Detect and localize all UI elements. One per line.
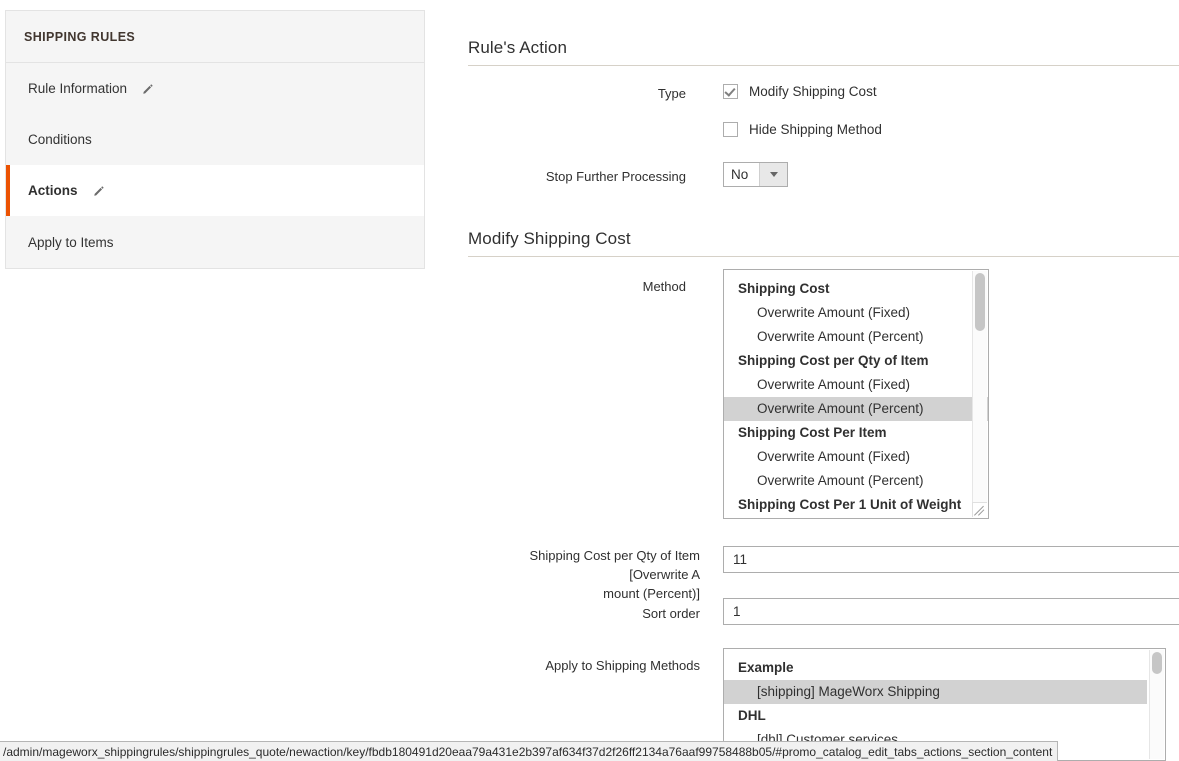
method-listbox-options: Shipping Cost Overwrite Amount (Fixed) O… (724, 270, 988, 518)
scrollbar-thumb[interactable] (975, 273, 985, 331)
list-item-selected[interactable]: [shipping] MageWorx Shipping (724, 680, 1147, 704)
method-listbox-scrollbar[interactable] (972, 271, 987, 517)
optgroup-label: Example (724, 656, 1165, 680)
checkbox-hide-shipping-method[interactable]: Hide Shipping Method (723, 122, 882, 137)
sidebar-item-label: Actions (28, 183, 78, 198)
actions-form: Rule's Action Type Modify Shipping Cost … (468, 0, 1179, 761)
sidebar-item-label: Rule Information (28, 81, 127, 96)
list-item[interactable]: Overwrite Amount (Percent) (724, 469, 988, 493)
resize-handle[interactable] (972, 502, 987, 517)
shipping-rules-sidebar: SHIPPING RULES Rule Information Conditio… (5, 10, 425, 269)
checkbox-label: Hide Shipping Method (749, 122, 882, 137)
checkbox-label: Modify Shipping Cost (749, 84, 877, 99)
amount-field-label: Shipping Cost per Qty of Item [Overwrite… (468, 546, 700, 603)
sidebar-item-conditions[interactable]: Conditions (6, 114, 424, 165)
sidebar-header-title: SHIPPING RULES (24, 30, 135, 44)
section-title-modify-shipping-cost: Modify Shipping Cost (468, 229, 631, 249)
sidebar-header: SHIPPING RULES (6, 11, 424, 63)
list-item-selected[interactable]: Overwrite Amount (Percent) (724, 397, 988, 421)
pencil-icon (92, 185, 105, 198)
status-bar-url: /admin/mageworx_shippingrules/shippingru… (3, 745, 1052, 759)
scrollbar-thumb[interactable] (1152, 652, 1162, 674)
list-item[interactable]: Overwrite Amount (Fixed) (724, 445, 988, 469)
checkbox-icon-unchecked[interactable] (723, 122, 738, 137)
stop-further-processing-select[interactable]: No (723, 162, 788, 187)
sidebar-item-label: Conditions (28, 132, 92, 147)
apply-to-shipping-methods-scrollbar[interactable] (1149, 650, 1164, 759)
sidebar-item-apply-to-items[interactable]: Apply to Items (6, 216, 424, 268)
apply-to-shipping-methods-label: Apply to Shipping Methods (468, 657, 700, 675)
select-value: No (724, 163, 759, 186)
sort-order-label: Sort order (468, 605, 700, 623)
optgroup-label: Shipping Cost Per 1 Unit of Weight (724, 493, 988, 517)
section-title-rules-action: Rule's Action (468, 38, 567, 58)
sidebar-item-actions[interactable]: Actions (6, 165, 424, 216)
optgroup-label: Shipping Cost (724, 277, 988, 301)
amount-field-label-line2: mount (Percent)] (603, 586, 700, 601)
sort-order-input[interactable]: 1 (723, 598, 1179, 625)
amount-input[interactable]: 11 (723, 546, 1179, 573)
amount-field-label-line1: Shipping Cost per Qty of Item [Overwrite… (529, 548, 700, 582)
method-label: Method (468, 278, 686, 296)
list-item[interactable]: Overwrite Amount (Fixed) (724, 373, 988, 397)
section-divider (468, 256, 1179, 257)
optgroup-label: Shipping Cost Per Item (724, 421, 988, 445)
optgroup-label: DHL (724, 704, 1165, 728)
list-item[interactable]: Overwrite Amount (Fixed) (724, 301, 988, 325)
optgroup-label: Shipping Cost per Qty of Item (724, 349, 988, 373)
sidebar-item-rule-information[interactable]: Rule Information (6, 63, 424, 114)
browser-status-bar: /admin/mageworx_shippingrules/shippingru… (0, 741, 1058, 761)
list-item[interactable]: Overwrite Amount (Percent) (724, 325, 988, 349)
stop-further-processing-label: Stop Further Processing (468, 168, 686, 186)
section-divider (468, 65, 1179, 66)
checkbox-modify-shipping-cost[interactable]: Modify Shipping Cost (723, 84, 877, 99)
method-listbox[interactable]: Shipping Cost Overwrite Amount (Fixed) O… (723, 269, 989, 519)
pencil-icon (141, 83, 154, 96)
checkbox-icon-checked[interactable] (723, 84, 738, 99)
chevron-down-icon[interactable] (759, 163, 787, 186)
sidebar-item-label: Apply to Items (28, 235, 114, 250)
type-label: Type (468, 85, 686, 103)
